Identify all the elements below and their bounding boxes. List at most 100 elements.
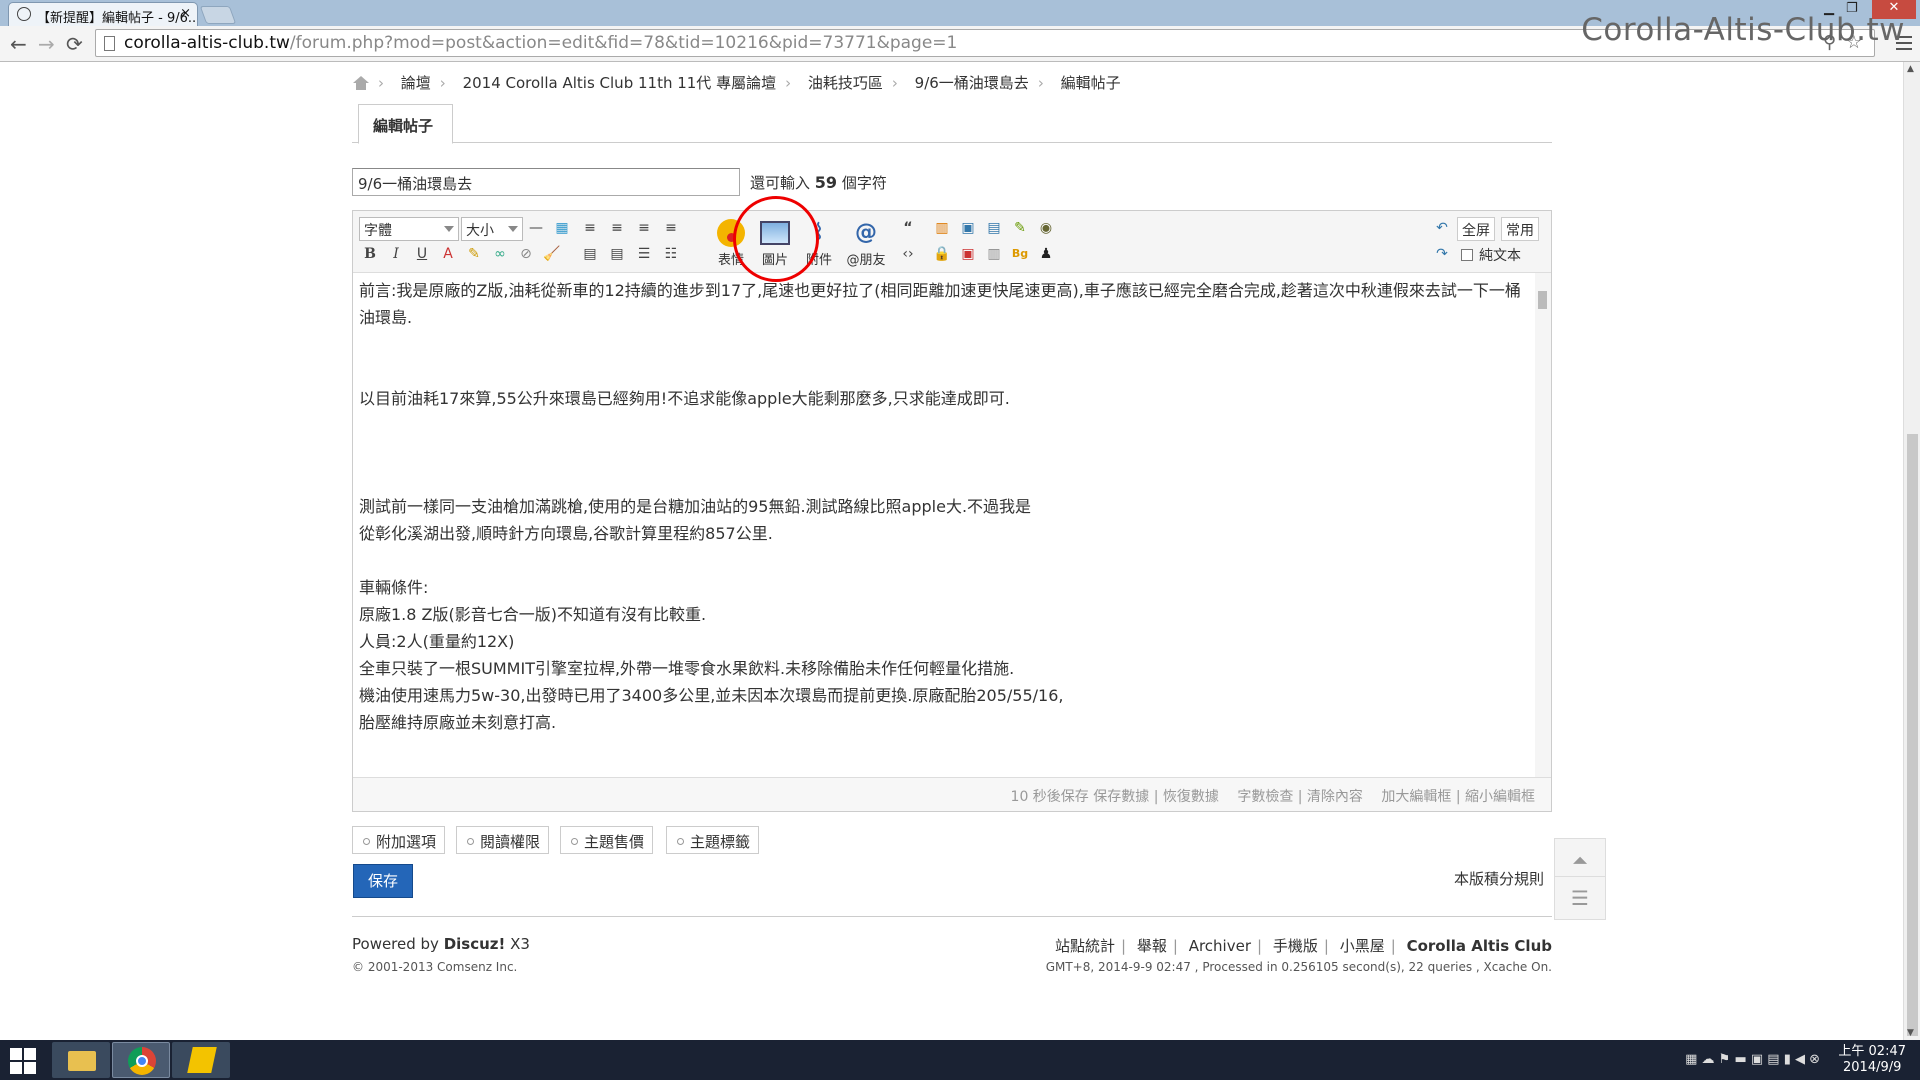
scrollbar-thumb[interactable] (1907, 434, 1918, 1036)
os-taskbar: ▦ ☁ ⚑ ▬ ▣ ▤ ▮ ◀ ⊗ 上午 02:47 2014/9/9 (0, 1040, 1920, 1080)
plaintext-checkbox[interactable] (1461, 249, 1473, 261)
editor-right-tools: ↶ 全屏 常用 ↷ 純文本 (1431, 211, 1551, 273)
breadcrumb-thread[interactable]: 9/6一桶油環島去 (915, 74, 1029, 92)
footer-links: 站點統計 | 舉報 | Archiver | 手機版 | 小黑屋 | Corolla Al… (1054, 937, 1552, 955)
unlink-icon[interactable]: ⊘ (515, 243, 537, 265)
clock[interactable]: 上午 02:47 2014/9/9 (1838, 1044, 1906, 1076)
background-color-icon[interactable]: ✎ (463, 243, 485, 265)
quote-icon[interactable]: “ (897, 217, 919, 239)
footer-link-stats[interactable]: 站點統計 (1055, 937, 1115, 955)
home-icon[interactable] (352, 76, 369, 90)
editor-toolbar: 字體 大小 — ▦ ≡ ≡ ≡ ≡ B I U A ✎ ∞ ⊘ 🧹 ▤ ▤ ☰ … (353, 211, 1551, 273)
table-icon[interactable]: ▦ (551, 217, 573, 239)
flash-icon[interactable]: ▣ (957, 217, 979, 239)
fullscreen-button[interactable]: 全屏 (1457, 217, 1495, 241)
at-sign-icon: @ (855, 220, 877, 245)
app-launcher-icon[interactable] (172, 1042, 230, 1078)
font-color-icon[interactable]: A (437, 243, 459, 265)
breadcrumb-separator: › (439, 74, 446, 92)
footer-link-archiver[interactable]: Archiver (1189, 937, 1251, 955)
align-right-icon[interactable]: ≡ (660, 217, 682, 239)
mention-label: @朋友 (846, 253, 886, 268)
option-read-permission-button[interactable]: 閱讀權限 (456, 826, 550, 854)
undo-icon[interactable]: ↶ (1431, 217, 1453, 239)
redo-icon[interactable]: ↷ (1431, 243, 1453, 265)
list-icon: ☰ (1571, 886, 1589, 910)
post-editor: 字體 大小 — ▦ ≡ ≡ ≡ ≡ B I U A ✎ ∞ ⊘ 🧹 ▤ ▤ ☰ … (352, 210, 1552, 812)
bold-icon[interactable]: B (359, 243, 381, 265)
editor-scrollbar[interactable] (1535, 273, 1551, 777)
windows-start-icon[interactable] (10, 1048, 36, 1074)
footer-link-report[interactable]: 舉報 (1137, 937, 1167, 955)
font-family-select[interactable]: 字體 (359, 217, 459, 241)
forward-icon[interactable]: → (38, 32, 55, 56)
site-favicon-icon (17, 7, 31, 21)
powered-by: Powered by Discuz! X3 (352, 935, 530, 953)
chevron-down-icon (444, 226, 454, 232)
breadcrumb-board[interactable]: 2014 Corolla Altis Club 11th 11代 專屬論壇 (463, 74, 777, 92)
option-extra-button[interactable]: 附加選項 (352, 826, 446, 854)
system-tray: ▦ ☁ ⚑ ▬ ▣ ▤ ▮ ◀ ⊗ (1685, 1052, 1820, 1067)
common-tools-button[interactable]: 常用 (1501, 217, 1539, 241)
font-size-select[interactable]: 大小 (461, 217, 523, 241)
link-icon[interactable]: ∞ (489, 243, 511, 265)
option-thread-price-button[interactable]: 主題售價 (560, 826, 654, 854)
password-icon[interactable]: ✎ (1009, 217, 1031, 239)
unordered-list-icon[interactable]: ☷ (660, 243, 682, 265)
editor-content[interactable]: 前言:我是原廠的Z版,油耗從新車的12持續的進步到17了,尾速也更好拉了(相同距… (353, 273, 1535, 777)
mention-friend-button[interactable]: @ @朋友 (843, 217, 889, 269)
board-credit-rules-link[interactable]: 本版積分規則 (1454, 868, 1544, 889)
return-to-list-button[interactable]: ☰ (1554, 876, 1606, 920)
subject-input[interactable]: 9/6一桶油環島去 (352, 168, 740, 196)
page-scrollbar[interactable]: ▲ ▼ (1903, 62, 1920, 1040)
ordered-list-icon[interactable]: ☰ (633, 243, 655, 265)
audio-icon[interactable]: ▣ (957, 243, 979, 265)
horizontal-rule-icon[interactable]: — (525, 217, 547, 239)
tray-icons[interactable]: ▦ ☁ ⚑ ▬ ▣ ▤ ▮ ◀ ⊗ (1685, 1052, 1820, 1067)
browser-tab[interactable]: 【新提醒】編輯帖子 - 9/6... × (8, 2, 198, 26)
float-right-icon[interactable]: ▤ (606, 243, 628, 265)
footer-link-mobile[interactable]: 手機版 (1273, 937, 1318, 955)
clear-format-icon[interactable]: 🧹 (541, 243, 563, 265)
font-select-label: 字體 (364, 223, 392, 239)
editor-status-bar[interactable]: 10 秒後保存 保存數據 | 恢復數據 字數檢查 | 清除內容 加大編輯框 | … (353, 777, 1551, 811)
remaining-suffix: 個字符 (837, 174, 887, 192)
background-music-icon[interactable]: Bg (1009, 243, 1031, 265)
align-justify-icon[interactable]: ≡ (633, 217, 655, 239)
video-icon[interactable]: ◉ (1035, 217, 1057, 239)
free-content-icon[interactable]: ▥ (931, 217, 953, 239)
page-icon (104, 36, 115, 51)
editor-scrollbar-thumb[interactable] (1538, 291, 1547, 309)
back-icon[interactable]: ← (10, 32, 27, 56)
page-break-icon[interactable]: ▤ (983, 217, 1005, 239)
new-tab-button[interactable] (199, 6, 237, 24)
qq-icon[interactable]: ♟ (1035, 243, 1057, 265)
breadcrumb-separator: › (785, 74, 792, 92)
powered-brand[interactable]: Discuz! (444, 935, 506, 953)
breadcrumb: › 論壇 › 2014 Corolla Altis Club 11th 11代 專… (352, 72, 1130, 93)
clock-date: 2014/9/9 (1843, 1060, 1902, 1075)
save-button[interactable]: 保存 (353, 864, 413, 898)
code-icon[interactable]: ‹› (897, 243, 919, 265)
underline-icon[interactable]: U (411, 243, 433, 265)
remaining-prefix: 還可輸入 (750, 174, 815, 192)
italic-icon[interactable]: I (385, 243, 407, 265)
watermark-text: Corolla-Altis-Club.tw (1581, 12, 1905, 48)
tab-close-icon[interactable]: × (180, 6, 191, 21)
align-left-icon[interactable]: ≡ (579, 217, 601, 239)
tab-edit-post[interactable]: 編輯帖子 (358, 104, 453, 144)
scroll-up-icon[interactable]: ▲ (1907, 64, 1914, 74)
reload-icon[interactable]: ⟳ (66, 32, 83, 56)
chrome-icon[interactable] (112, 1042, 170, 1078)
index-icon[interactable]: ▥ (983, 243, 1005, 265)
option-thread-tags-button[interactable]: 主題標籤 (666, 826, 760, 854)
breadcrumb-forum[interactable]: 論壇 (401, 74, 431, 92)
breadcrumb-section[interactable]: 油耗技巧區 (808, 74, 883, 92)
hide-content-icon[interactable]: 🔒 (931, 243, 953, 265)
footer-site-name[interactable]: Corolla Altis Club (1407, 937, 1552, 955)
file-explorer-icon[interactable] (52, 1042, 110, 1078)
float-left-icon[interactable]: ▤ (579, 243, 601, 265)
scroll-down-icon[interactable]: ▼ (1907, 1028, 1914, 1038)
footer-link-blacklist[interactable]: 小黑屋 (1340, 937, 1385, 955)
align-center-icon[interactable]: ≡ (606, 217, 628, 239)
